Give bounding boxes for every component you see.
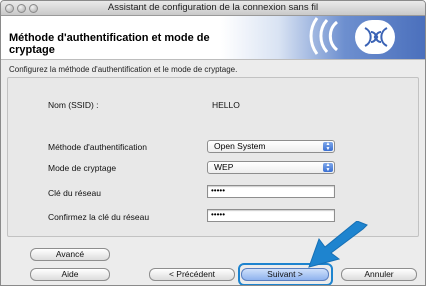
window-title: Assistant de configuration de la connexi… (107, 2, 319, 13)
encryption-mode-select[interactable]: WEP ▲ ▼ (207, 161, 335, 174)
network-key-field[interactable]: ••••• (207, 185, 335, 198)
auth-method-label: Méthode d'authentification (48, 142, 147, 152)
instruction-text: Configurez la méthode d'authentification… (9, 65, 238, 74)
ssid-value: HELLO (212, 100, 240, 110)
wizard-window: Assistant de configuration de la connexi… (0, 0, 426, 286)
page-title-line2: cryptage (9, 44, 55, 56)
advanced-button[interactable]: Avancé (30, 248, 110, 261)
wizard-header: Méthode d'authentification et mode de cr… (1, 16, 425, 60)
page-title: Méthode d'authentification et mode de cr… (9, 32, 239, 56)
ssid-label: Nom (SSID) : (48, 100, 99, 110)
page-title-line1: Méthode d'authentification et mode de (9, 32, 210, 44)
network-key-label: Clé du réseau (48, 188, 101, 198)
encryption-mode-value: WEP (214, 162, 234, 172)
previous-button[interactable]: < Précédent (149, 268, 235, 281)
chevron-updown-icon: ▲ ▼ (323, 142, 333, 151)
help-button[interactable]: Aide (30, 268, 110, 281)
wireless-signal-icon (309, 17, 395, 55)
confirm-key-label: Confirmez la clé du réseau (48, 212, 150, 222)
encryption-mode-label: Mode de cryptage (48, 163, 117, 173)
pointer-arrow-icon (308, 221, 368, 268)
title-bar: Assistant de configuration de la connexi… (1, 1, 425, 16)
chevron-updown-icon: ▲ ▼ (323, 163, 333, 172)
auth-method-select[interactable]: Open System ▲ ▼ (207, 140, 335, 153)
auth-method-value: Open System (214, 141, 266, 151)
